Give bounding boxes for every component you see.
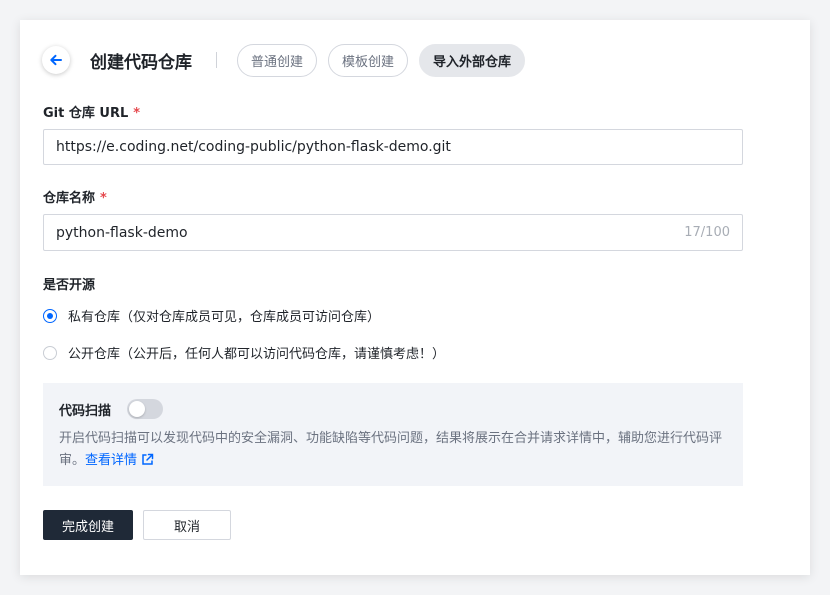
- cancel-button[interactable]: 取消: [143, 510, 231, 540]
- repo-name-input[interactable]: python-flask-demo 17/100: [43, 214, 743, 251]
- header-divider: [216, 52, 217, 68]
- repo-name-value: python-flask-demo: [56, 224, 188, 241]
- tab-import-external[interactable]: 导入外部仓库: [419, 43, 526, 77]
- create-repo-card: 创建代码仓库 普通创建 模板创建 导入外部仓库 Git 仓库 URL * http…: [20, 20, 810, 575]
- page-header: 创建代码仓库 普通创建 模板创建 导入外部仓库: [42, 42, 536, 78]
- radio-label-public: 公开仓库（公开后，任何人都可以访问代码仓库，请谨慎考虑！）: [68, 347, 446, 362]
- tab-template-create[interactable]: 模板创建: [328, 43, 409, 77]
- external-link-icon: [142, 453, 154, 465]
- view-details-link[interactable]: 查看详情: [85, 453, 154, 468]
- code-scan-description-text: 开启代码扫描可以发现代码中的安全漏洞、功能缺陷等代码问题，结果将展示在合并请求详…: [59, 431, 723, 468]
- back-button[interactable]: [42, 46, 70, 74]
- code-scan-toggle[interactable]: [127, 399, 164, 419]
- tab-normal-create[interactable]: 普通创建: [237, 43, 318, 77]
- arrow-left-icon: [50, 54, 62, 66]
- code-scan-title: 代码扫描: [59, 403, 112, 419]
- git-url-label-text: Git 仓库 URL: [43, 106, 129, 121]
- git-url-label: Git 仓库 URL *: [43, 102, 140, 121]
- radio-private-repo[interactable]: 私有仓库（仅对仓库成员可见，仓库成员可访问仓库）: [43, 306, 380, 325]
- code-scan-description: 开启代码扫描可以发现代码中的安全漏洞、功能缺陷等代码问题，结果将展示在合并请求详…: [59, 428, 727, 472]
- radio-button-unchecked[interactable]: [43, 345, 57, 360]
- open-source-label: 是否开源: [43, 278, 96, 293]
- required-mark: *: [133, 106, 141, 121]
- page-title: 创建代码仓库: [90, 52, 192, 73]
- radio-button-checked[interactable]: [43, 308, 57, 323]
- git-url-value: https://e.coding.net/coding-public/pytho…: [56, 139, 451, 155]
- repo-name-label-text: 仓库名称: [43, 191, 96, 206]
- code-scan-header: 代码扫描: [59, 399, 727, 419]
- view-details-text: 查看详情: [85, 453, 138, 468]
- repo-name-label: 仓库名称 *: [43, 187, 107, 206]
- radio-label-private: 私有仓库（仅对仓库成员可见，仓库成员可访问仓库）: [68, 310, 381, 325]
- char-counter: 17/100: [684, 225, 730, 240]
- code-scan-panel: 代码扫描 开启代码扫描可以发现代码中的安全漏洞、功能缺陷等代码问题，结果将展示在…: [43, 383, 743, 486]
- complete-create-button[interactable]: 完成创建: [43, 510, 133, 540]
- radio-public-repo[interactable]: 公开仓库（公开后，任何人都可以访问代码仓库，请谨慎考虑！）: [43, 343, 445, 362]
- git-url-input[interactable]: https://e.coding.net/coding-public/pytho…: [43, 129, 743, 165]
- required-mark: *: [100, 191, 107, 206]
